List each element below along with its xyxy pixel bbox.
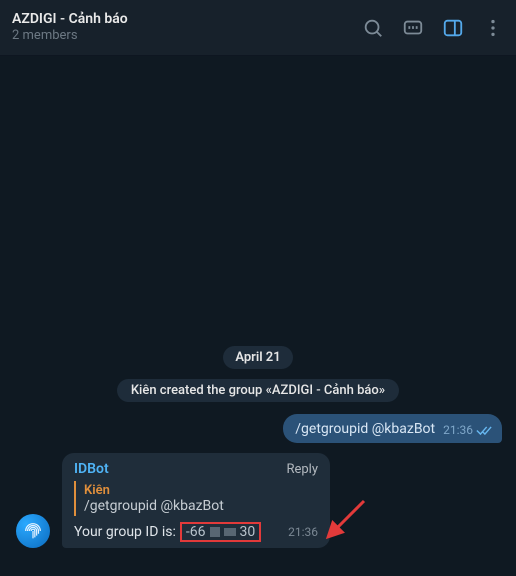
date-chip: April 21 bbox=[223, 346, 292, 369]
chat-subtitle: 2 members bbox=[12, 28, 362, 45]
read-checks-icon bbox=[476, 425, 492, 436]
redaction-block bbox=[224, 528, 236, 536]
quote-text: /getgroupid @kbazBot bbox=[84, 498, 318, 514]
reply-quote[interactable]: Kiên /getgroupid @kbazBot bbox=[74, 481, 318, 516]
incoming-message-row: IDBot Reply Kiên /getgroupid @kbazBot Yo… bbox=[10, 453, 506, 548]
chat-title: AZDIGI - Cảnh báo bbox=[12, 10, 362, 28]
quote-sender: Kiên bbox=[84, 483, 318, 498]
search-icon[interactable] bbox=[362, 17, 384, 39]
outgoing-text: /getgroupid @kbazBot bbox=[295, 421, 435, 437]
chat-icon[interactable] bbox=[402, 17, 424, 39]
chat-area[interactable]: April 21 Kiên created the group «AZDIGI … bbox=[0, 56, 516, 576]
outgoing-meta: 21:36 bbox=[443, 423, 492, 437]
redaction-block bbox=[210, 527, 220, 537]
group-id-highlight: -66 30 bbox=[180, 522, 261, 542]
group-id-left: -66 bbox=[186, 524, 206, 540]
chat-header-info[interactable]: AZDIGI - Cảnh báo 2 members bbox=[12, 10, 362, 45]
sender-avatar[interactable] bbox=[16, 514, 50, 548]
outgoing-time: 21:36 bbox=[443, 423, 473, 437]
annotation-arrow-icon bbox=[318, 497, 368, 547]
header-actions bbox=[362, 17, 504, 39]
sender-name: IDBot bbox=[74, 461, 109, 477]
message-prefix: Your group ID is: bbox=[74, 524, 176, 540]
chat-header: AZDIGI - Cảnh báo 2 members bbox=[0, 0, 516, 56]
fingerprint-icon bbox=[22, 520, 44, 542]
outgoing-message-row: /getgroupid @kbazBot 21:36 bbox=[10, 414, 506, 443]
outgoing-bubble[interactable]: /getgroupid @kbazBot 21:36 bbox=[283, 414, 502, 443]
more-icon[interactable] bbox=[482, 17, 504, 39]
system-message: Kiên created the group «AZDIGI - Cảnh bá… bbox=[117, 379, 399, 402]
date-separator: April 21 bbox=[10, 346, 506, 369]
sidepanel-icon[interactable] bbox=[442, 17, 464, 39]
system-message-row: Kiên created the group «AZDIGI - Cảnh bá… bbox=[10, 379, 506, 402]
group-id-right: 30 bbox=[240, 524, 256, 540]
incoming-time: 21:36 bbox=[278, 525, 318, 539]
reply-button[interactable]: Reply bbox=[286, 462, 318, 477]
message-body: Your group ID is: -66 30 21:36 bbox=[74, 522, 318, 542]
incoming-bubble[interactable]: IDBot Reply Kiên /getgroupid @kbazBot Yo… bbox=[62, 453, 330, 548]
